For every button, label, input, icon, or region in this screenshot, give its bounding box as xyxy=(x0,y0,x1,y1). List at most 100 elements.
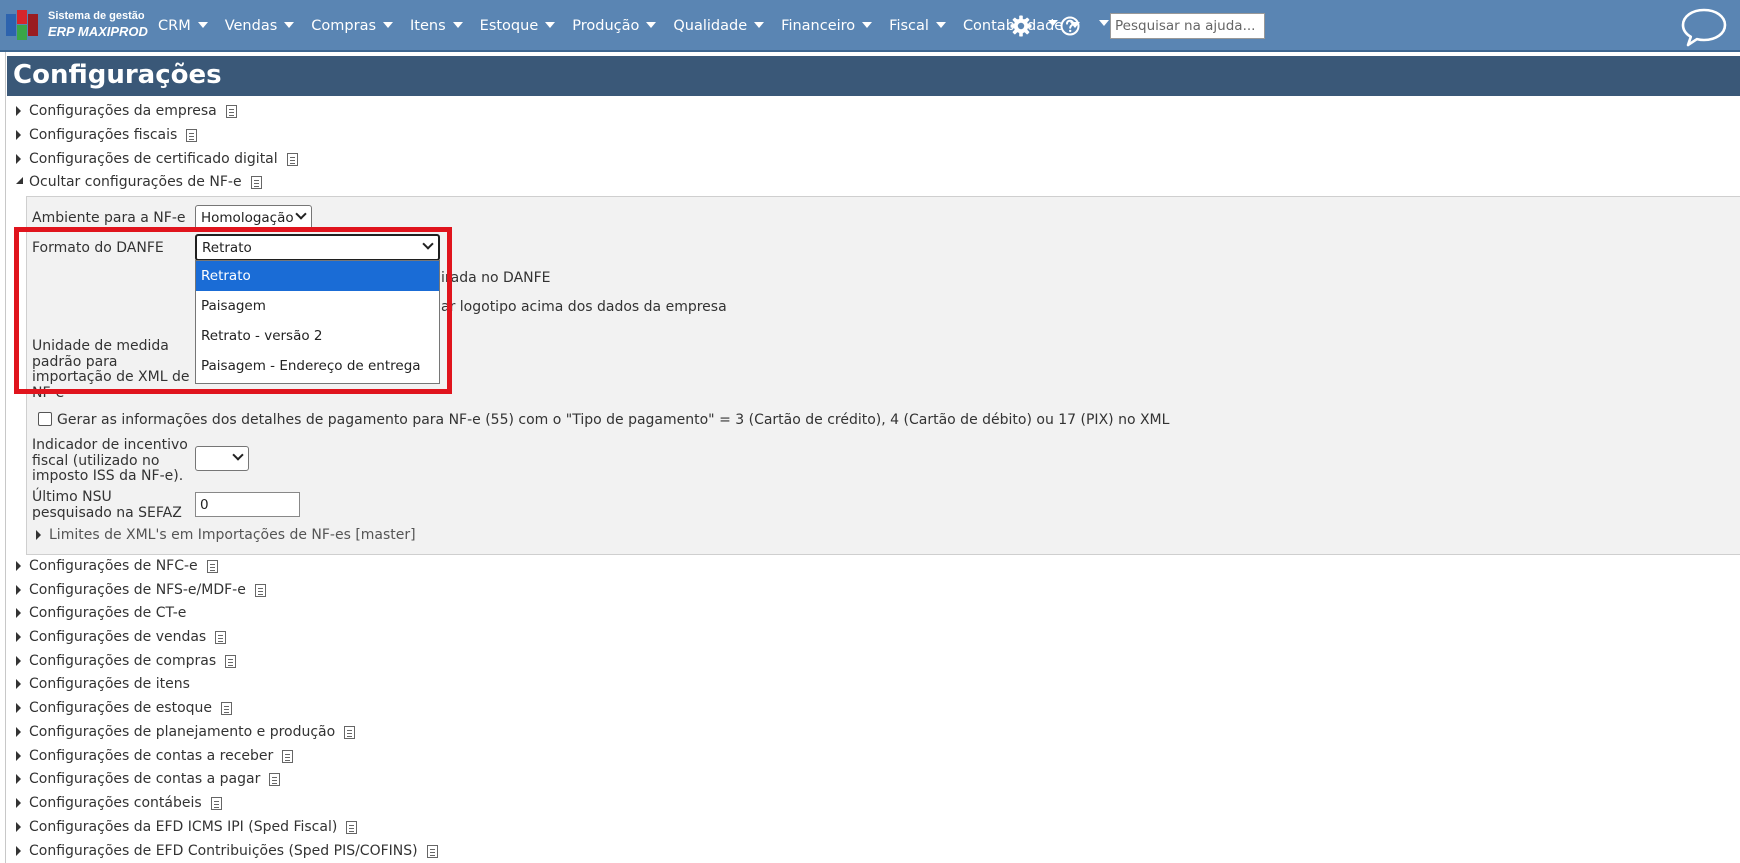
chevron-down-icon xyxy=(295,208,307,220)
document-icon[interactable] xyxy=(225,104,237,118)
section-label: Configurações de planejamento e produção xyxy=(29,724,336,740)
triangle-right-icon xyxy=(16,632,21,642)
incentivo-fiscal-label: Indicador de incentivo fiscal (utilizado… xyxy=(32,437,192,485)
section-planejamento-producao[interactable]: Configurações de planejamento e produção xyxy=(16,722,356,742)
section-certificado-digital[interactable]: Configurações de certificado digital xyxy=(16,149,298,169)
main-menu: CRM Vendas Compras Itens Estoque Produçã… xyxy=(158,0,1097,52)
section-efd-icms-ipi[interactable]: Configurações da EFD ICMS IPI (Sped Fisc… xyxy=(16,817,358,837)
menu-producao[interactable]: Produção xyxy=(572,18,657,34)
section-compras[interactable]: Configurações de compras xyxy=(16,651,237,671)
section-contas-receber[interactable]: Configurações de contas a receber xyxy=(16,746,294,766)
document-icon[interactable] xyxy=(186,128,198,142)
ultimo-nsu-label: Último NSU pesquisado na SEFAZ xyxy=(32,489,192,521)
limites-xml-label: Limites de XML's em Importações de NF-es… xyxy=(49,527,416,543)
chevron-down-icon xyxy=(232,449,244,461)
menu-itens[interactable]: Itens xyxy=(410,18,463,34)
chevron-down-icon xyxy=(754,22,765,28)
gear-icon[interactable] xyxy=(1009,14,1033,38)
section-vendas[interactable]: Configurações de vendas xyxy=(16,627,227,647)
triangle-right-icon xyxy=(16,703,21,713)
document-icon[interactable] xyxy=(426,844,438,858)
menu-fiscal[interactable]: Fiscal xyxy=(889,18,946,34)
chevron-down-icon xyxy=(383,22,394,28)
top-navbar: Sistema de gestão ERP MAXIPROD CRM Venda… xyxy=(0,0,1740,52)
triangle-right-icon xyxy=(16,822,21,832)
pagamento-checkbox-label: Gerar as informações dos detalhes de pag… xyxy=(57,412,1170,428)
ambiente-select-value: Homologação xyxy=(201,209,294,226)
section-empresa[interactable]: Configurações da empresa xyxy=(16,101,237,121)
triangle-right-icon xyxy=(36,530,41,540)
document-icon[interactable] xyxy=(286,152,298,166)
section-label: Configurações de vendas xyxy=(29,629,207,645)
section-contas-pagar[interactable]: Configurações de contas a pagar xyxy=(16,769,281,789)
section-label: Configurações contábeis xyxy=(29,795,202,811)
chevron-down-icon xyxy=(545,22,556,28)
ultimo-nsu-input[interactable]: 0 xyxy=(195,492,300,517)
page-title: Configurações xyxy=(13,60,222,90)
menu-producao-label: Produção xyxy=(572,18,640,34)
incentivo-fiscal-select[interactable] xyxy=(195,446,249,471)
nsu-label-line: pesquisado na SEFAZ xyxy=(32,504,182,521)
section-contabeis[interactable]: Configurações contábeis xyxy=(16,793,222,813)
section-label: Configurações de NFS-e/MDF-e xyxy=(29,582,246,598)
section-label: Configurações de CT-e xyxy=(29,605,187,621)
document-icon[interactable] xyxy=(282,749,294,763)
section-nfe-toggle[interactable]: Ocultar configurações de NF-e xyxy=(16,172,262,192)
logo-tagline: Sistema de gestão xyxy=(48,10,145,22)
section-label: Configurações de estoque xyxy=(29,700,213,716)
page-title-bar: Configurações xyxy=(7,56,1740,96)
triangle-right-icon xyxy=(16,608,21,618)
triangle-right-icon xyxy=(16,727,21,737)
document-icon[interactable] xyxy=(225,654,237,668)
chevron-down-icon xyxy=(452,22,463,28)
chevron-down-icon xyxy=(284,22,295,28)
document-icon[interactable] xyxy=(206,559,218,573)
section-cte[interactable]: Configurações de CT-e xyxy=(16,603,186,623)
triangle-right-icon xyxy=(16,130,21,140)
menu-financeiro[interactable]: Financeiro xyxy=(781,18,873,34)
speech-bubble-icon[interactable] xyxy=(1680,6,1728,48)
nsu-label-line: Último NSU xyxy=(32,489,112,505)
menu-estoque[interactable]: Estoque xyxy=(480,18,556,34)
incentivo-label-line: fiscal (utilizado no xyxy=(32,452,160,469)
document-icon[interactable] xyxy=(346,820,358,834)
triangle-right-icon xyxy=(16,656,21,666)
limites-xml-toggle[interactable]: Limites de XML's em Importações de NF-es… xyxy=(36,525,416,545)
triangle-expanded-icon xyxy=(16,176,23,184)
question-circle-icon[interactable] xyxy=(1059,15,1081,37)
section-label: Configurações de contas a pagar xyxy=(29,771,261,787)
menu-fiscal-label: Fiscal xyxy=(889,18,929,34)
menu-vendas[interactable]: Vendas xyxy=(225,18,295,34)
triangle-right-icon xyxy=(16,154,21,164)
section-nfse-mdfe[interactable]: Configurações de NFS-e/MDF-e xyxy=(16,580,266,600)
help-search-input[interactable] xyxy=(1110,13,1265,39)
triangle-right-icon xyxy=(16,798,21,808)
help-chevron-down-icon[interactable] xyxy=(1099,20,1109,26)
erp-logo[interactable]: Sistema de gestão ERP MAXIPROD xyxy=(6,8,148,42)
menu-compras[interactable]: Compras xyxy=(311,18,394,34)
document-icon[interactable] xyxy=(344,725,356,739)
section-efd-contribuicoes[interactable]: Configurações de EFD Contribuições (Sped… xyxy=(16,841,438,861)
section-nfce[interactable]: Configurações de NFC-e xyxy=(16,556,218,576)
pagamento-checkbox[interactable] xyxy=(38,412,52,426)
menu-qualidade[interactable]: Qualidade xyxy=(673,18,765,34)
menu-crm-label: CRM xyxy=(158,18,191,34)
settings-chevron-down-icon[interactable] xyxy=(1048,20,1058,26)
triangle-right-icon xyxy=(16,774,21,784)
document-icon[interactable] xyxy=(269,772,281,786)
chevron-down-icon xyxy=(646,22,657,28)
document-icon[interactable] xyxy=(250,175,262,189)
chevron-down-icon xyxy=(862,22,873,28)
section-fiscais[interactable]: Configurações fiscais xyxy=(16,125,198,145)
triangle-right-icon xyxy=(16,846,21,856)
document-icon[interactable] xyxy=(254,583,266,597)
document-icon[interactable] xyxy=(215,630,227,644)
document-icon[interactable] xyxy=(221,701,233,715)
section-estoque[interactable]: Configurações de estoque xyxy=(16,698,233,718)
section-label: Configurações fiscais xyxy=(29,127,178,143)
section-label: Configurações de contas a receber xyxy=(29,748,274,764)
section-itens[interactable]: Configurações de itens xyxy=(16,674,190,694)
menu-financeiro-label: Financeiro xyxy=(781,18,856,34)
menu-crm[interactable]: CRM xyxy=(158,18,208,34)
document-icon[interactable] xyxy=(210,796,222,810)
